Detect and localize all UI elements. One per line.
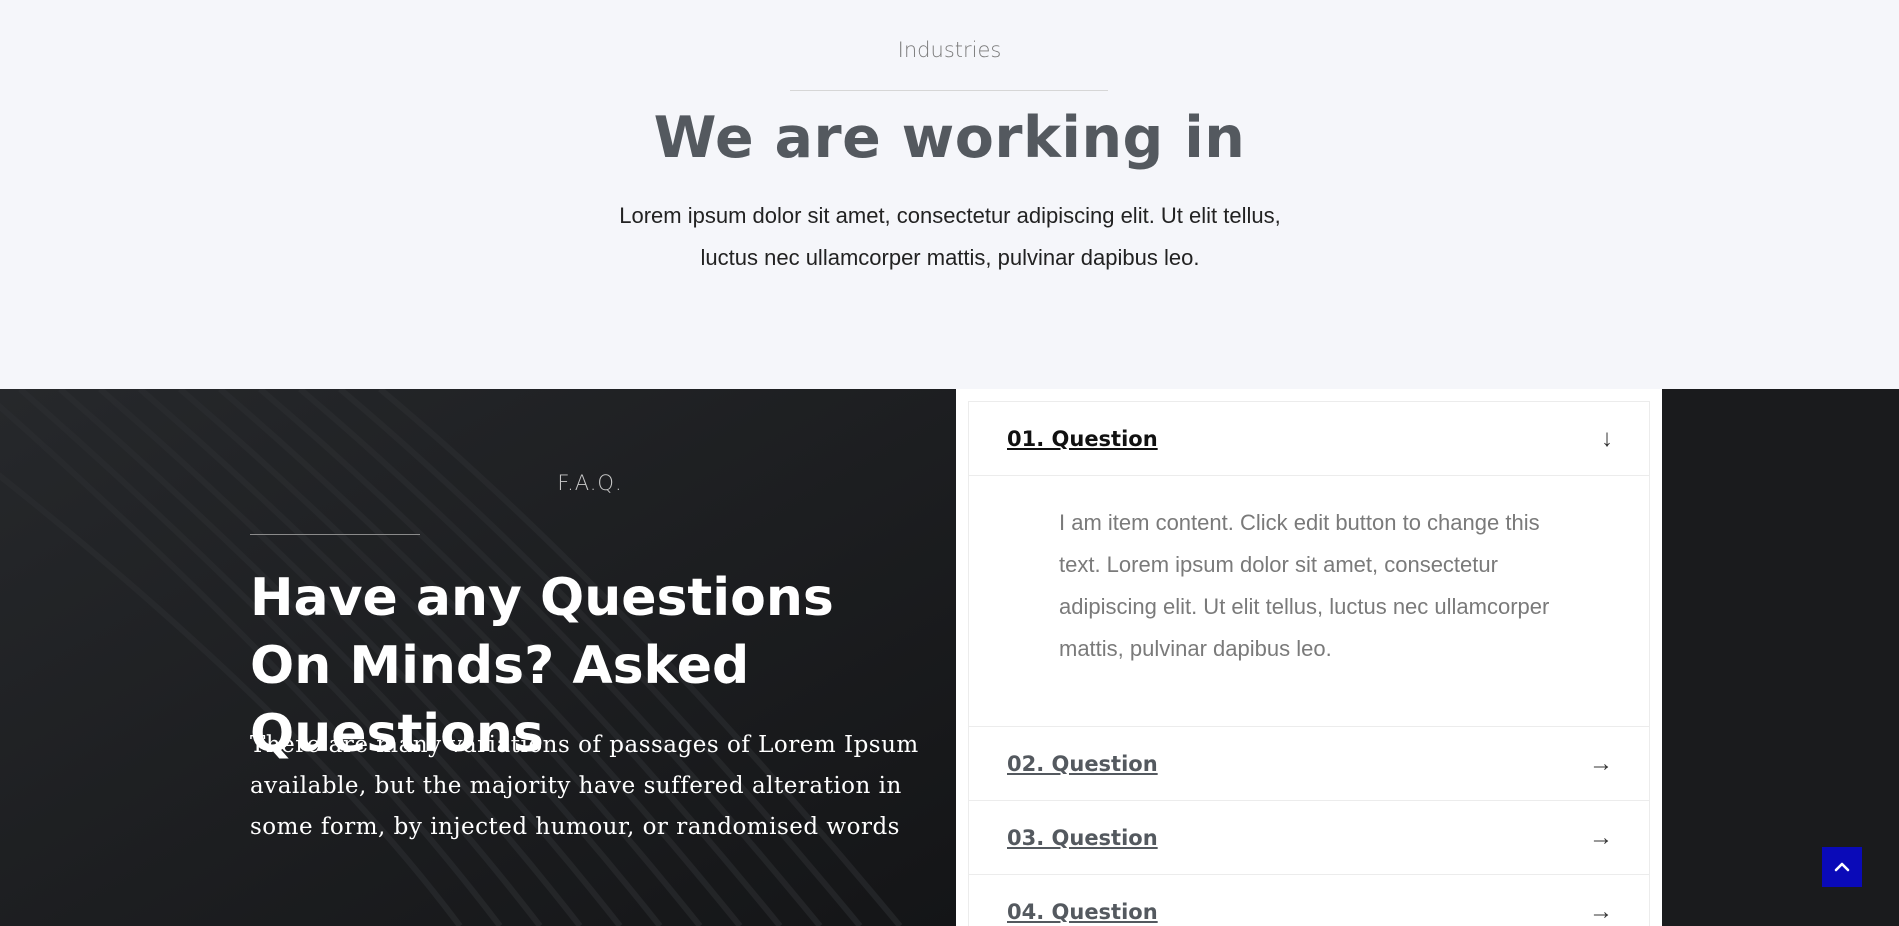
back-to-top-button[interactable] [1822, 847, 1862, 887]
accordion-item: 02. Question → [969, 727, 1649, 801]
accordion-item: 03. Question → [969, 801, 1649, 875]
accordion-header[interactable]: 01. Question ↓ [969, 402, 1649, 475]
chevron-up-icon [1834, 862, 1850, 872]
industries-subtitle: Industries [897, 38, 1002, 62]
faq-section: F.A.Q. Have any Questions On Minds? Aske… [0, 389, 1899, 926]
arrow-right-icon: → [1589, 749, 1613, 777]
accordion-header[interactable]: 02. Question → [969, 727, 1649, 800]
accordion-title[interactable]: 04. Question [1007, 900, 1158, 924]
faq-description: There are many variations of passages of… [250, 732, 919, 840]
accordion-item: 01. Question ↓ I am item content. Click … [969, 402, 1649, 727]
arrow-right-icon: → [1589, 823, 1613, 851]
accordion-title[interactable]: 02. Question [1007, 752, 1158, 776]
arrow-right-icon: → [1589, 897, 1613, 925]
divider [790, 90, 1108, 91]
accordion-content: I am item content. Click edit button to … [969, 475, 1649, 726]
industries-description: Lorem ipsum dolor sit amet, consectetur … [619, 203, 1281, 270]
accordion-header[interactable]: 04. Question → [969, 875, 1649, 926]
accordion-header[interactable]: 03. Question → [969, 801, 1649, 874]
accordion-title[interactable]: 03. Question [1007, 826, 1158, 850]
industries-title: We are working in [653, 105, 1246, 171]
divider [250, 534, 420, 535]
accordion-title[interactable]: 01. Question [1007, 427, 1158, 451]
industries-section: Industries We are working in Lorem ipsum… [0, 0, 1899, 389]
arrow-down-icon: ↓ [1601, 424, 1613, 452]
accordion-item: 04. Question → [969, 875, 1649, 926]
faq-accordion: 01. Question ↓ I am item content. Click … [956, 389, 1662, 926]
